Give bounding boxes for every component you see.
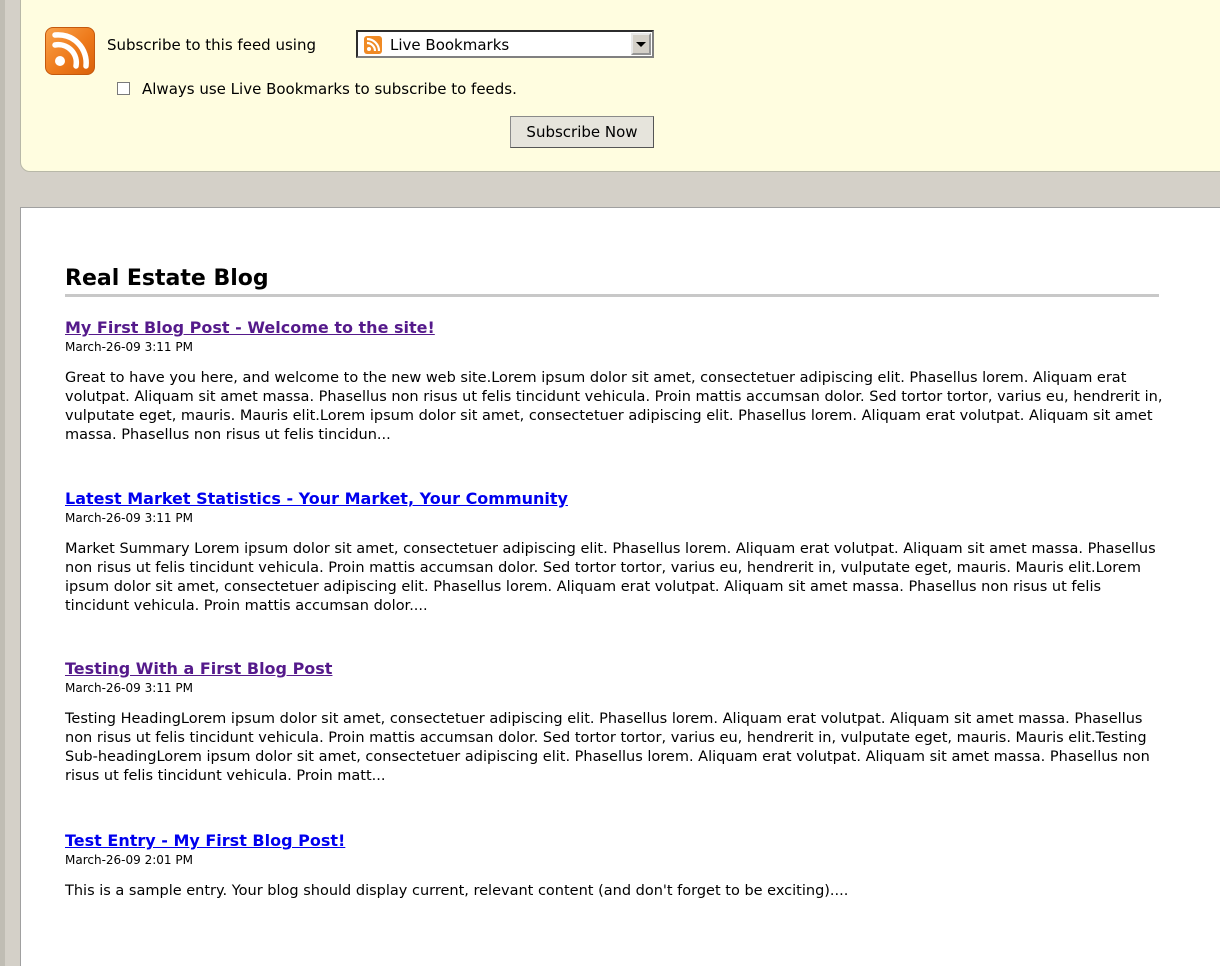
entry-date: March-26-09 2:01 PM [65, 853, 193, 867]
entry-summary: Great to have you here, and welcome to t… [65, 370, 1163, 443]
entry-title-link[interactable]: My First Blog Post - Welcome to the site… [65, 318, 435, 337]
entry-title-link[interactable]: Latest Market Statistics - Your Market, … [65, 489, 568, 508]
entry-date: March-26-09 3:11 PM [65, 681, 193, 695]
blog-entry: My First Blog Post - Welcome to the site… [65, 318, 1165, 445]
dropdown-arrow-icon[interactable] [631, 33, 651, 55]
title-divider [65, 294, 1159, 297]
subscribe-now-button[interactable]: Subscribe Now [510, 116, 654, 148]
blog-entry: Latest Market Statistics - Your Market, … [65, 489, 1165, 616]
blog-entry: Testing With a First Blog Post March-26-… [65, 659, 1165, 786]
always-use-checkbox[interactable] [117, 82, 130, 95]
subscribe-label: Subscribe to this feed using [107, 36, 316, 54]
blog-title: Real Estate Blog [65, 266, 269, 291]
entry-title-link[interactable]: Test Entry - My First Blog Post! [65, 831, 345, 850]
entry-date: March-26-09 3:11 PM [65, 340, 193, 354]
always-use-label: Always use Live Bookmarks to subscribe t… [142, 80, 517, 98]
window-left-edge [0, 0, 5, 966]
live-bookmarks-icon [364, 36, 382, 54]
entry-summary: Market Summary Lorem ipsum dolor sit ame… [65, 541, 1156, 614]
rss-feed-icon [45, 27, 95, 75]
entry-summary: This is a sample entry. Your blog should… [65, 883, 849, 899]
blog-entry: Test Entry - My First Blog Post! March-2… [65, 831, 1165, 901]
entry-title-link[interactable]: Testing With a First Blog Post [65, 659, 332, 678]
entry-summary: Testing HeadingLorem ipsum dolor sit ame… [65, 711, 1150, 784]
entry-date: March-26-09 3:11 PM [65, 511, 193, 525]
feed-reader-selected-value: Live Bookmarks [390, 36, 510, 54]
feed-reader-select[interactable]: Live Bookmarks [356, 30, 654, 58]
